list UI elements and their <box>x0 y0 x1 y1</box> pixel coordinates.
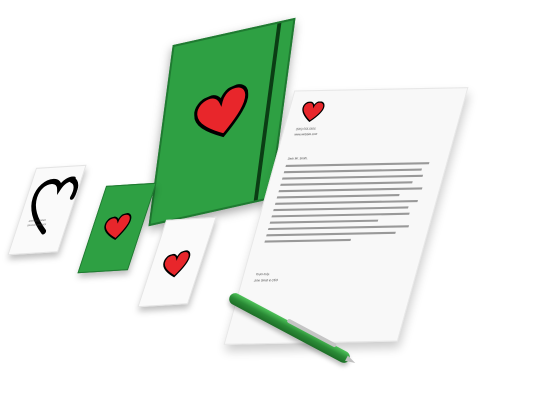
business-card-green <box>77 182 157 274</box>
heart-icon <box>194 84 249 138</box>
letter-closing: Yours truly, <box>255 271 271 277</box>
contact-line-phone: (555) 555-5555 <box>295 126 317 132</box>
contact-line-web: www.website.com <box>293 131 318 137</box>
heart-outline-icon <box>31 176 79 235</box>
business-card-white-outline: MARIA GUERRERO GRAPHIC DESIGNER <box>7 164 87 256</box>
letter-greeting: Dear Mr. Smith, <box>287 156 309 161</box>
heart-icon <box>302 101 325 123</box>
stationery-mockup: (555) 555-5555 www.website.com Dear Mr. … <box>0 0 560 420</box>
letter-signature: John Smith & CEO <box>253 277 279 283</box>
heart-icon <box>104 212 132 241</box>
pen-tip <box>345 355 357 366</box>
heart-icon <box>163 250 191 278</box>
letter-body-placeholder <box>259 162 430 261</box>
business-card-white-heart <box>137 216 217 308</box>
